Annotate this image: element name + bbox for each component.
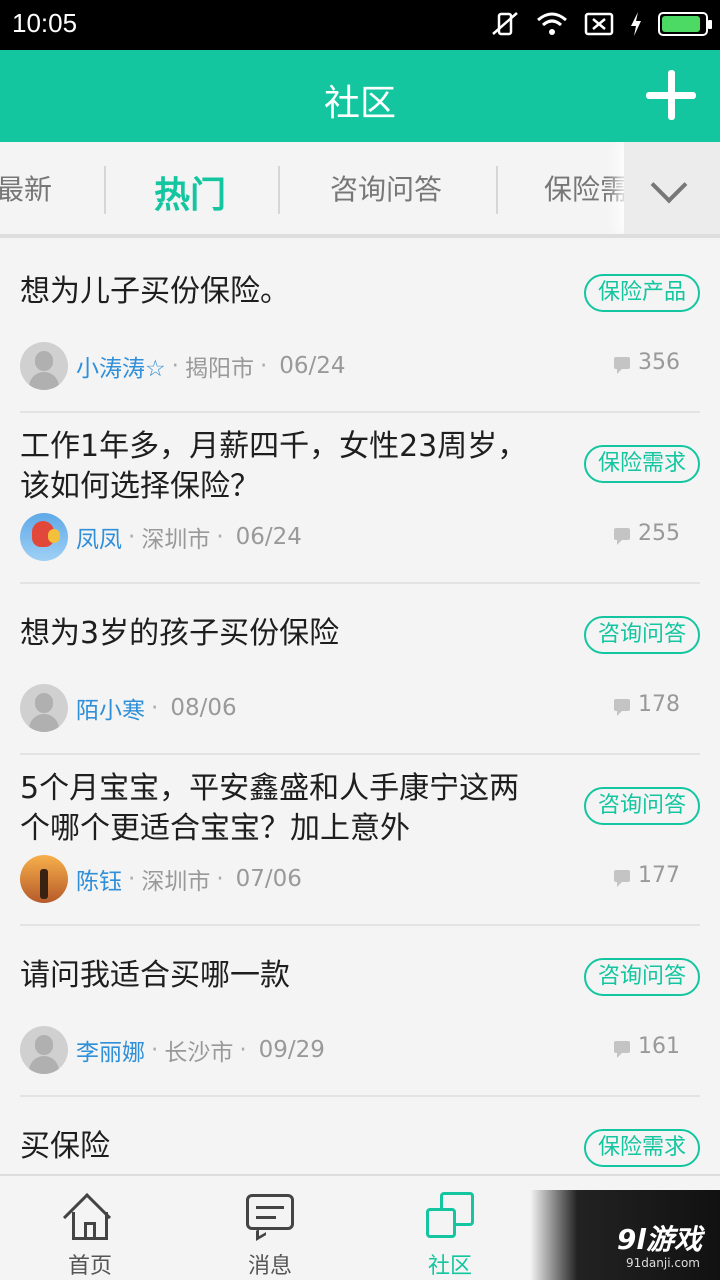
tab-divider xyxy=(278,166,280,214)
comment-count: 356 xyxy=(614,350,680,375)
nav-home[interactable]: 首页 xyxy=(0,1176,180,1280)
message-icon xyxy=(244,1190,296,1242)
comment-count: 177 xyxy=(614,863,680,888)
post-tag[interactable]: 咨询问答 xyxy=(583,787,700,825)
post-date: 06/24 xyxy=(235,524,302,550)
nav-community-label: 社区 xyxy=(427,1254,472,1279)
post-meta: 陌小寒 · 08/06 xyxy=(20,684,237,732)
nav-messages[interactable]: 消息 xyxy=(180,1176,360,1280)
avatar[interactable] xyxy=(20,855,68,903)
avatar[interactable] xyxy=(20,684,68,732)
avatar[interactable] xyxy=(20,513,68,561)
community-icon xyxy=(424,1190,476,1242)
author-city: 揭阳市 xyxy=(184,356,254,382)
author-name[interactable]: 陌小寒 xyxy=(76,691,145,725)
post-tag[interactable]: 保险需求 xyxy=(583,1129,700,1167)
home-icon xyxy=(62,1190,116,1242)
post-tag[interactable]: 保险需求 xyxy=(583,445,700,483)
tabs-expand-button[interactable] xyxy=(624,142,720,234)
list-item[interactable]: 买保险 保险需求 xyxy=(20,1097,700,1174)
watermark-logo: 9l游戏 91danji.com xyxy=(530,1190,720,1280)
tab-consulting-qa[interactable]: 咨询问答 xyxy=(330,168,442,208)
status-time: 10:05 xyxy=(12,8,78,38)
add-post-button[interactable] xyxy=(646,70,696,120)
comment-icon xyxy=(614,1040,630,1058)
nav-messages-label: 消息 xyxy=(247,1254,292,1279)
post-date: 08/06 xyxy=(170,695,237,721)
post-date: 09/29 xyxy=(258,1037,325,1063)
battery-icon xyxy=(658,12,712,36)
author-name[interactable]: 小涛涛☆ xyxy=(76,349,166,383)
author-name[interactable]: 李丽娜 xyxy=(76,1033,145,1067)
no-sim-icon xyxy=(584,12,614,36)
status-bar: 10:05 xyxy=(0,0,720,50)
post-meta: 凤凤 · 深圳市 · 06/24 xyxy=(20,513,302,561)
post-meta: 李丽娜 · 长沙市 · 09/29 xyxy=(20,1026,325,1074)
tab-hot[interactable]: 热门 xyxy=(154,166,226,218)
post-list: 想为儿子买份保险。 保险产品 小涛涛☆ · 揭阳市 · 06/24 356 工作… xyxy=(0,242,720,1174)
post-meta: 小涛涛☆ · 揭阳市 · 06/24 xyxy=(20,342,346,390)
status-icons xyxy=(490,10,712,38)
comment-count: 161 xyxy=(614,1034,680,1059)
post-title: 想为儿子买份保险。 xyxy=(20,274,290,309)
comment-icon xyxy=(614,869,630,887)
nav-community[interactable]: 社区 xyxy=(360,1176,540,1280)
post-title: 想为3岁的孩子买份保险 xyxy=(20,616,340,651)
comment-icon xyxy=(614,698,630,716)
tab-latest[interactable]: 最新 xyxy=(0,168,52,208)
comment-count: 178 xyxy=(614,692,680,717)
list-item[interactable]: 想为3岁的孩子买份保险 咨询问答 陌小寒 · 08/06 178 xyxy=(20,584,700,755)
nav-home-label: 首页 xyxy=(67,1254,112,1279)
post-date: 07/06 xyxy=(235,866,302,892)
author-name[interactable]: 凤凤 xyxy=(76,520,122,554)
tab-divider xyxy=(496,166,498,214)
vibrate-off-icon xyxy=(492,12,518,36)
author-city: 深圳市 xyxy=(141,869,211,895)
post-title: 请问我适合买哪一款 xyxy=(20,958,290,993)
page-title: 社区 xyxy=(323,83,396,124)
comment-icon xyxy=(614,356,630,374)
avatar[interactable] xyxy=(20,1026,68,1074)
app-bar: 社区 xyxy=(0,50,720,142)
list-item[interactable]: 工作1年多，月薪四千，女性23周岁，该如何选择保险？ 保险需求 凤凤 · 深圳市… xyxy=(20,413,700,584)
watermark-site: 91danji.com xyxy=(626,1256,700,1270)
post-tag[interactable]: 保险产品 xyxy=(583,274,700,312)
chevron-down-icon xyxy=(650,166,688,204)
post-title: 买保险 xyxy=(20,1129,110,1164)
author-city: 长沙市 xyxy=(164,1040,234,1066)
post-tag[interactable]: 咨询问答 xyxy=(583,958,700,996)
post-tag[interactable]: 咨询问答 xyxy=(583,616,700,654)
author-name[interactable]: 陈钰 xyxy=(76,862,122,896)
avatar[interactable] xyxy=(20,342,68,390)
tab-divider xyxy=(104,166,106,214)
tab-insurance-needs[interactable]: 保险需 xyxy=(544,168,628,208)
list-item[interactable]: 请问我适合买哪一款 咨询问答 李丽娜 · 长沙市 · 09/29 161 xyxy=(20,926,700,1097)
post-date: 06/24 xyxy=(279,353,346,379)
watermark-brand: 9l游戏 xyxy=(616,1223,702,1256)
comment-icon xyxy=(614,527,630,545)
author-city: 深圳市 xyxy=(141,527,211,553)
charging-icon xyxy=(631,12,641,36)
wifi-icon xyxy=(537,12,567,35)
post-title: 5个月宝宝，平安鑫盛和人手康宁这两个哪个更适合宝宝？加上意外 xyxy=(20,771,520,846)
post-meta: 陈钰 · 深圳市 · 07/06 xyxy=(20,855,302,903)
category-tabs: 最新 热门 咨询问答 保险需 xyxy=(0,142,720,238)
post-title: 工作1年多，月薪四千，女性23周岁，该如何选择保险？ xyxy=(20,429,528,504)
comment-count: 255 xyxy=(614,521,680,546)
list-item[interactable]: 想为儿子买份保险。 保险产品 小涛涛☆ · 揭阳市 · 06/24 356 xyxy=(20,242,700,413)
list-item[interactable]: 5个月宝宝，平安鑫盛和人手康宁这两个哪个更适合宝宝？加上意外 咨询问答 陈钰 ·… xyxy=(20,755,700,926)
